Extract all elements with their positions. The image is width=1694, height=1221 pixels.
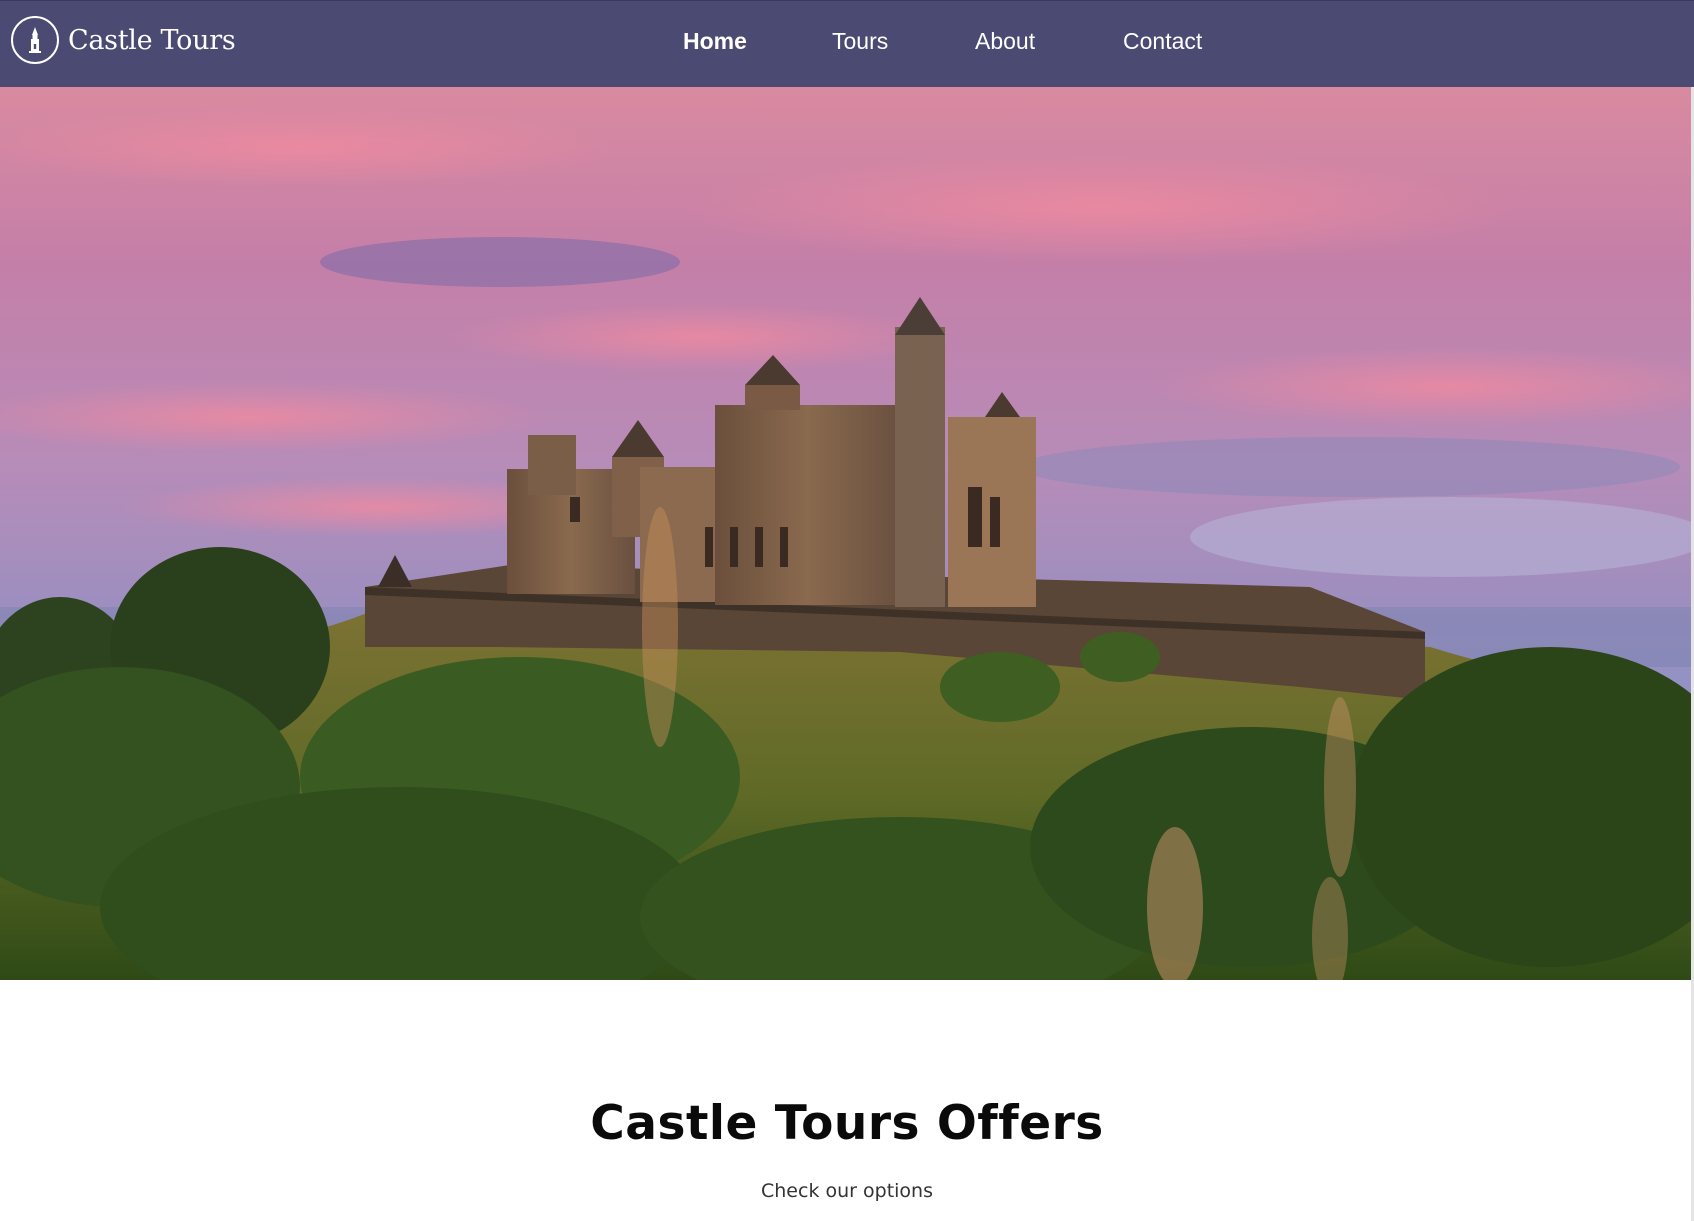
offers-title: Castle Tours Offers (590, 1096, 1104, 1151)
main-nav: Home Tours About Contact (0, 1, 1694, 87)
offers-section: Castle Tours Offers Check our options (0, 980, 1694, 1221)
hero-castle-image (0, 87, 1694, 980)
nav-link-home[interactable]: Home (683, 28, 747, 55)
nav-link-tours[interactable]: Tours (832, 28, 888, 55)
top-navbar: Castle Tours Home Tours About Contact (0, 0, 1694, 87)
hero-banner (0, 87, 1694, 980)
nav-link-about[interactable]: About (975, 28, 1035, 55)
nav-link-contact[interactable]: Contact (1123, 28, 1202, 55)
offers-subtitle: Check our options (761, 1180, 933, 1202)
